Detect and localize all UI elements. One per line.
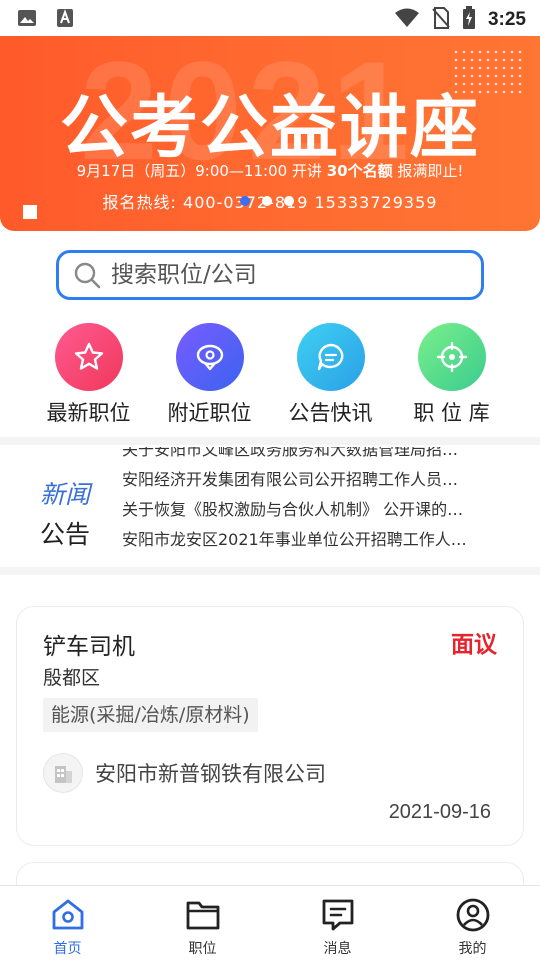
banner-info: 9月17日（周五）9:00—11:00 开讲 30个名额 报满即止! [0,160,540,181]
star-icon [54,323,123,391]
tab-label: 我的 [458,941,487,957]
news-item[interactable]: 关于安阳市文峰区政务服务和大数据管理局招… [122,447,512,465]
category-announcements[interactable]: 公告快讯 [270,323,391,427]
target-icon [417,323,486,391]
news-item[interactable]: 安阳经济开发集团有限公司公开招聘工作人员… [122,465,512,495]
home-icon [49,896,87,934]
news-list: 关于安阳市文峰区政务服务和大数据管理局招… 安阳经济开发集团有限公司公开招聘工作… [122,447,512,557]
tab-home[interactable]: 首页 [0,886,135,960]
job-industry-tag: 能源(采掘/冶炼/原材料) [43,698,258,732]
news-item[interactable]: 安阳市龙安区2021年事业单位公开招聘工作人… [122,525,512,555]
banner-pager[interactable] [240,196,294,206]
company-row: 安阳市新普钢铁有限公司 [43,753,326,793]
section-divider [0,437,540,445]
category-label: 公告快讯 [288,401,373,425]
pager-dot[interactable] [240,196,250,206]
news-tag-line1: 新闻 [40,480,91,509]
company-name: 安阳市新普钢铁有限公司 [95,762,326,786]
category-job-library[interactable]: 职 位 库 [391,323,512,427]
job-title: 铲车司机 [43,634,135,660]
tab-label: 职位 [188,941,217,957]
status-time: 3:25 [487,9,526,30]
news-section: 新闻 公告 关于安阳市文峰区政务服务和大数据管理局招… 安阳经济开发集团有限公司… [0,447,540,567]
wifi-icon [394,8,420,32]
section-divider [0,567,540,575]
news-tag-line2: 公告 [40,520,91,549]
category-nearby-jobs[interactable]: 附近职位 [149,323,270,427]
chat-icon [296,323,365,391]
news-tag: 新闻 公告 [40,475,90,551]
font-icon [54,8,76,28]
banner-info-suffix: 报满即止! [397,162,464,180]
bottom-tab-bar: 首页 职位 消息 我的 [0,885,540,960]
tab-label: 首页 [53,941,82,957]
pager-dot[interactable] [262,196,272,206]
category-latest-jobs[interactable]: 最新职位 [28,323,149,427]
building-icon [43,753,83,793]
job-salary: 面议 [451,632,497,658]
message-icon [319,896,357,934]
tab-profile[interactable]: 我的 [405,886,540,960]
search-bar[interactable] [56,250,484,300]
banner-title: 公考公益讲座 [59,89,480,168]
banner-square-marker [23,205,37,219]
location-icon [175,323,244,391]
image-icon [16,8,38,28]
job-card[interactable]: 铲车司机 面议 殷都区 能源(采掘/冶炼/原材料) 安阳市新普钢铁有限公司 20… [16,606,524,846]
banner-info-quota: 30个名额 [326,162,393,180]
news-item[interactable]: 关于恢复《股权激励与合伙人机制》 公开课的… [122,495,512,525]
tab-messages[interactable]: 消息 [270,886,405,960]
battery-icon [462,6,476,34]
profile-icon [454,896,492,934]
job-date: 2021-09-16 [388,801,491,823]
tab-jobs[interactable]: 职位 [135,886,270,960]
category-label: 最新职位 [46,401,131,425]
banner-info-time: 9月17日（周五）9:00—11:00 开讲 [76,162,322,180]
search-icon [74,262,101,289]
status-bar: 3:25 [0,0,540,36]
pager-dot[interactable] [284,196,294,206]
folder-icon [184,896,222,934]
category-grid: 最新职位 附近职位 公告快讯 职 位 库 [0,323,540,427]
tab-label: 消息 [323,941,352,957]
no-sim-icon [432,7,450,33]
category-label: 职 位 库 [413,401,490,425]
search-input[interactable] [111,262,451,288]
category-label: 附近职位 [167,401,252,425]
job-district: 殷都区 [43,667,101,689]
